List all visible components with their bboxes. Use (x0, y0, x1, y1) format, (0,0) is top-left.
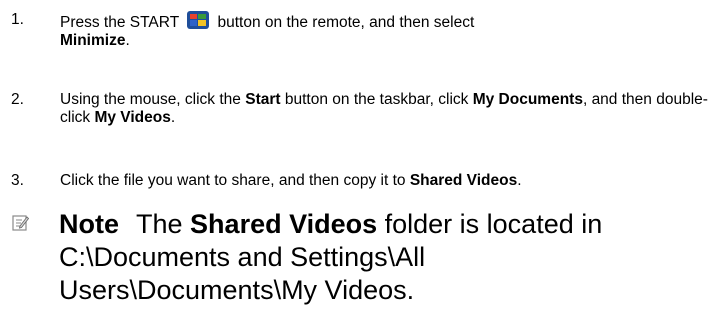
note-text: Note The Shared Videos folder is located… (59, 208, 659, 307)
step-text: Using the mouse, click the Start button … (60, 91, 724, 127)
ui-term-my-videos: My Videos (94, 109, 171, 126)
note-block: Note The Shared Videos folder is located… (0, 208, 728, 313)
step-3: 3. Click the file you want to share, and… (0, 172, 728, 192)
note-pencil-icon (12, 215, 29, 231)
ui-term-minimize: Minimize (60, 32, 126, 49)
step-text-part: button on the taskbar, click (280, 91, 473, 108)
step-text: Click the file you want to share, and th… (60, 172, 724, 190)
ui-term-start: Start (245, 91, 281, 108)
step-number: 3. (11, 172, 24, 189)
step-text-tail: . (170, 109, 176, 126)
ui-term-shared-videos: Shared Videos (190, 209, 378, 239)
step-text-part: button on the remote, and then select (213, 14, 475, 31)
ui-term-shared-videos: Shared Videos (409, 172, 518, 189)
ui-term-my-documents: My Documents (472, 91, 583, 108)
step-text-tail: . (517, 172, 522, 189)
step-text-part: Press the START (60, 14, 184, 31)
step-text-part: Using the mouse, click the (60, 91, 246, 108)
step-number: 1. (11, 11, 24, 28)
windows-start-icon (187, 11, 210, 29)
step-2: 2. Using the mouse, click the Start butt… (0, 91, 728, 131)
step-text: Press the START button on the remote, an… (60, 11, 724, 50)
note-label: Note (59, 209, 119, 239)
step-1: 1. Press the START button on the remote,… (0, 11, 728, 51)
step-number: 2. (11, 91, 24, 108)
step-text-part: Click the file you want to share, and th… (60, 172, 410, 189)
note-text-part: The (129, 209, 191, 239)
step-text-tail: . (125, 32, 130, 49)
